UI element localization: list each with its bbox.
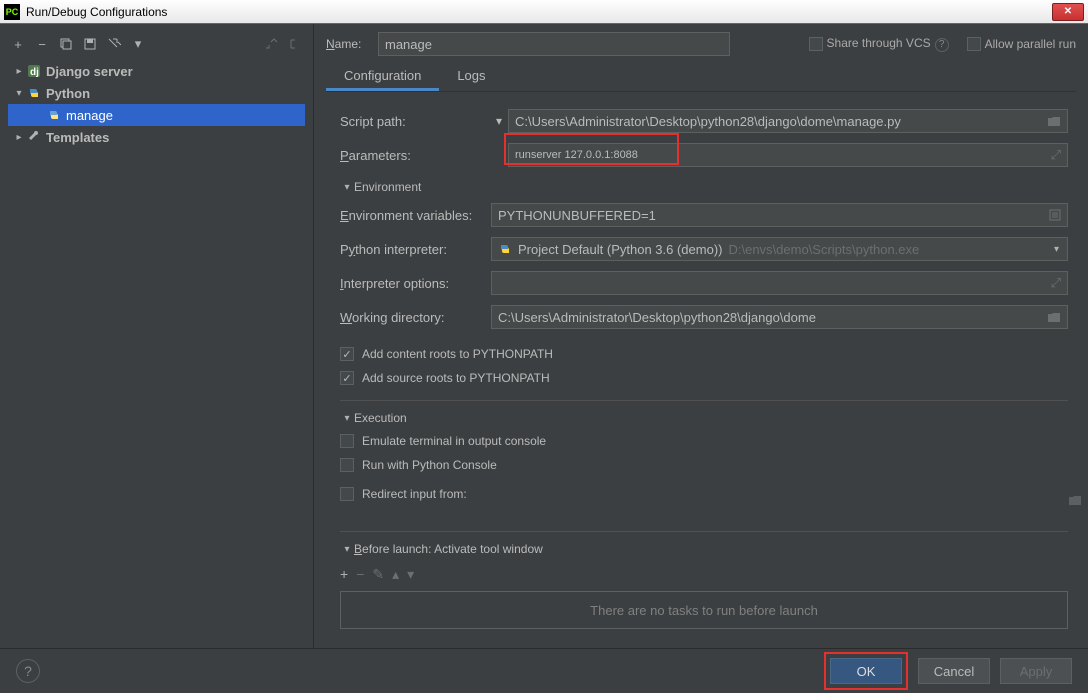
- env-vars-label: Environment variables:: [340, 208, 490, 223]
- python-icon: [498, 242, 512, 256]
- collapse-all-button[interactable]: [285, 34, 305, 54]
- expand-arrow-icon[interactable]: [12, 66, 26, 77]
- list-edit-icon[interactable]: [1049, 209, 1061, 221]
- add-content-roots-checkbox[interactable]: Add content roots to PYTHONPATH: [340, 342, 1068, 366]
- emulate-terminal-checkbox[interactable]: Emulate terminal in output console: [340, 429, 1068, 453]
- add-config-button[interactable]: +: [8, 34, 28, 54]
- copy-config-button[interactable]: [56, 34, 76, 54]
- env-vars-input[interactable]: PYTHONUNBUFFERED=1: [491, 203, 1068, 227]
- titlebar: PC Run/Debug Configurations ✕: [0, 0, 1088, 24]
- share-vcs-checkbox[interactable]: Share through VCS?: [809, 36, 949, 52]
- browse-folder-icon[interactable]: [1068, 494, 1076, 506]
- configurations-tree[interactable]: dj Django server Python manage: [8, 60, 305, 648]
- redirect-input-checkbox[interactable]: Redirect input from:: [340, 477, 1068, 511]
- interpreter-options-input[interactable]: ⤢: [491, 271, 1068, 295]
- expand-field-icon[interactable]: ⤢: [1051, 275, 1061, 291]
- chevron-down-icon: [1054, 244, 1059, 255]
- dialog-footer: ? OK Cancel Apply: [0, 648, 1088, 693]
- pycharm-icon: PC: [4, 4, 20, 20]
- tree-item-label: Python: [46, 86, 90, 101]
- tree-item-python[interactable]: Python: [8, 82, 305, 104]
- annotation-highlight: OK: [824, 652, 908, 690]
- name-label: Name:: [326, 37, 366, 51]
- script-path-label: Script path:: [340, 114, 490, 129]
- before-launch-toolbar: + − ✎ ▴ ▾: [340, 562, 1068, 587]
- python-icon: [26, 85, 42, 101]
- help-button[interactable]: ?: [16, 659, 40, 683]
- expand-all-button[interactable]: [261, 34, 281, 54]
- cancel-button[interactable]: Cancel: [918, 658, 990, 684]
- tab-configuration[interactable]: Configuration: [326, 64, 439, 91]
- interpreter-select[interactable]: Project Default (Python 3.6 (demo)) D:\e…: [491, 237, 1068, 261]
- more-actions-button[interactable]: [128, 34, 148, 54]
- edit-task-button[interactable]: ✎: [372, 566, 384, 583]
- move-down-task-button[interactable]: ▾: [407, 566, 414, 583]
- remove-task-button[interactable]: −: [356, 566, 364, 583]
- apply-button[interactable]: Apply: [1000, 658, 1072, 684]
- ok-button[interactable]: OK: [830, 658, 902, 684]
- python-file-icon: [46, 107, 62, 123]
- config-detail-panel: Name: Share through VCS? Allow parallel …: [314, 24, 1088, 648]
- interpreter-options-label: Interpreter options:: [340, 276, 490, 291]
- window-close-button[interactable]: ✕: [1052, 3, 1084, 21]
- expand-arrow-icon[interactable]: [12, 132, 26, 143]
- before-launch-section[interactable]: Before launch: Activate tool window: [340, 542, 1068, 556]
- parameters-label: Parameters:: [340, 148, 490, 163]
- move-up-task-button[interactable]: ▴: [392, 566, 399, 583]
- tree-item-label: Django server: [46, 64, 133, 79]
- script-path-input[interactable]: C:\Users\Administrator\Desktop\python28\…: [508, 109, 1068, 133]
- tree-toolbar: + −: [8, 32, 305, 60]
- before-launch-tasks: There are no tasks to run before launch: [340, 591, 1068, 629]
- execution-section[interactable]: Execution: [340, 411, 1068, 425]
- tree-item-manage[interactable]: manage: [8, 104, 305, 126]
- remove-config-button[interactable]: −: [32, 34, 52, 54]
- collapse-arrow-icon[interactable]: [12, 88, 26, 99]
- tree-item-label: Templates: [46, 130, 109, 145]
- interpreter-label: Python interpreter:: [340, 242, 490, 257]
- add-source-roots-checkbox[interactable]: Add source roots to PYTHONPATH: [340, 366, 1068, 390]
- help-icon[interactable]: ?: [935, 38, 949, 52]
- tree-item-templates[interactable]: Templates: [8, 126, 305, 148]
- parameters-input[interactable]: runserver 127.0.0.1:8088 ⤢: [508, 143, 1068, 167]
- configurations-tree-panel: + − dj: [0, 24, 314, 648]
- config-tabs: Configuration Logs: [326, 64, 1076, 92]
- edit-defaults-button[interactable]: [104, 34, 124, 54]
- svg-text:dj: dj: [30, 67, 39, 78]
- browse-folder-icon[interactable]: [1047, 311, 1061, 323]
- working-dir-input[interactable]: C:\Users\Administrator\Desktop\python28\…: [491, 305, 1068, 329]
- name-input[interactable]: [378, 32, 730, 56]
- working-dir-label: Working directory:: [340, 310, 490, 325]
- save-config-button[interactable]: [80, 34, 100, 54]
- tree-item-label: manage: [66, 108, 113, 123]
- add-task-button[interactable]: +: [340, 566, 348, 583]
- browse-folder-icon[interactable]: [1047, 115, 1061, 127]
- window-title: Run/Debug Configurations: [26, 5, 1052, 19]
- expand-field-icon[interactable]: ⤢: [1051, 147, 1061, 163]
- django-icon: dj: [26, 63, 42, 79]
- run-console-checkbox[interactable]: Run with Python Console: [340, 453, 1068, 477]
- tab-logs[interactable]: Logs: [439, 64, 503, 91]
- wrench-icon: [26, 129, 42, 145]
- allow-parallel-checkbox[interactable]: Allow parallel run: [967, 37, 1076, 52]
- tree-item-django-server[interactable]: dj Django server: [8, 60, 305, 82]
- environment-section[interactable]: Environment: [340, 180, 1068, 194]
- script-path-mode-button[interactable]: [490, 114, 508, 128]
